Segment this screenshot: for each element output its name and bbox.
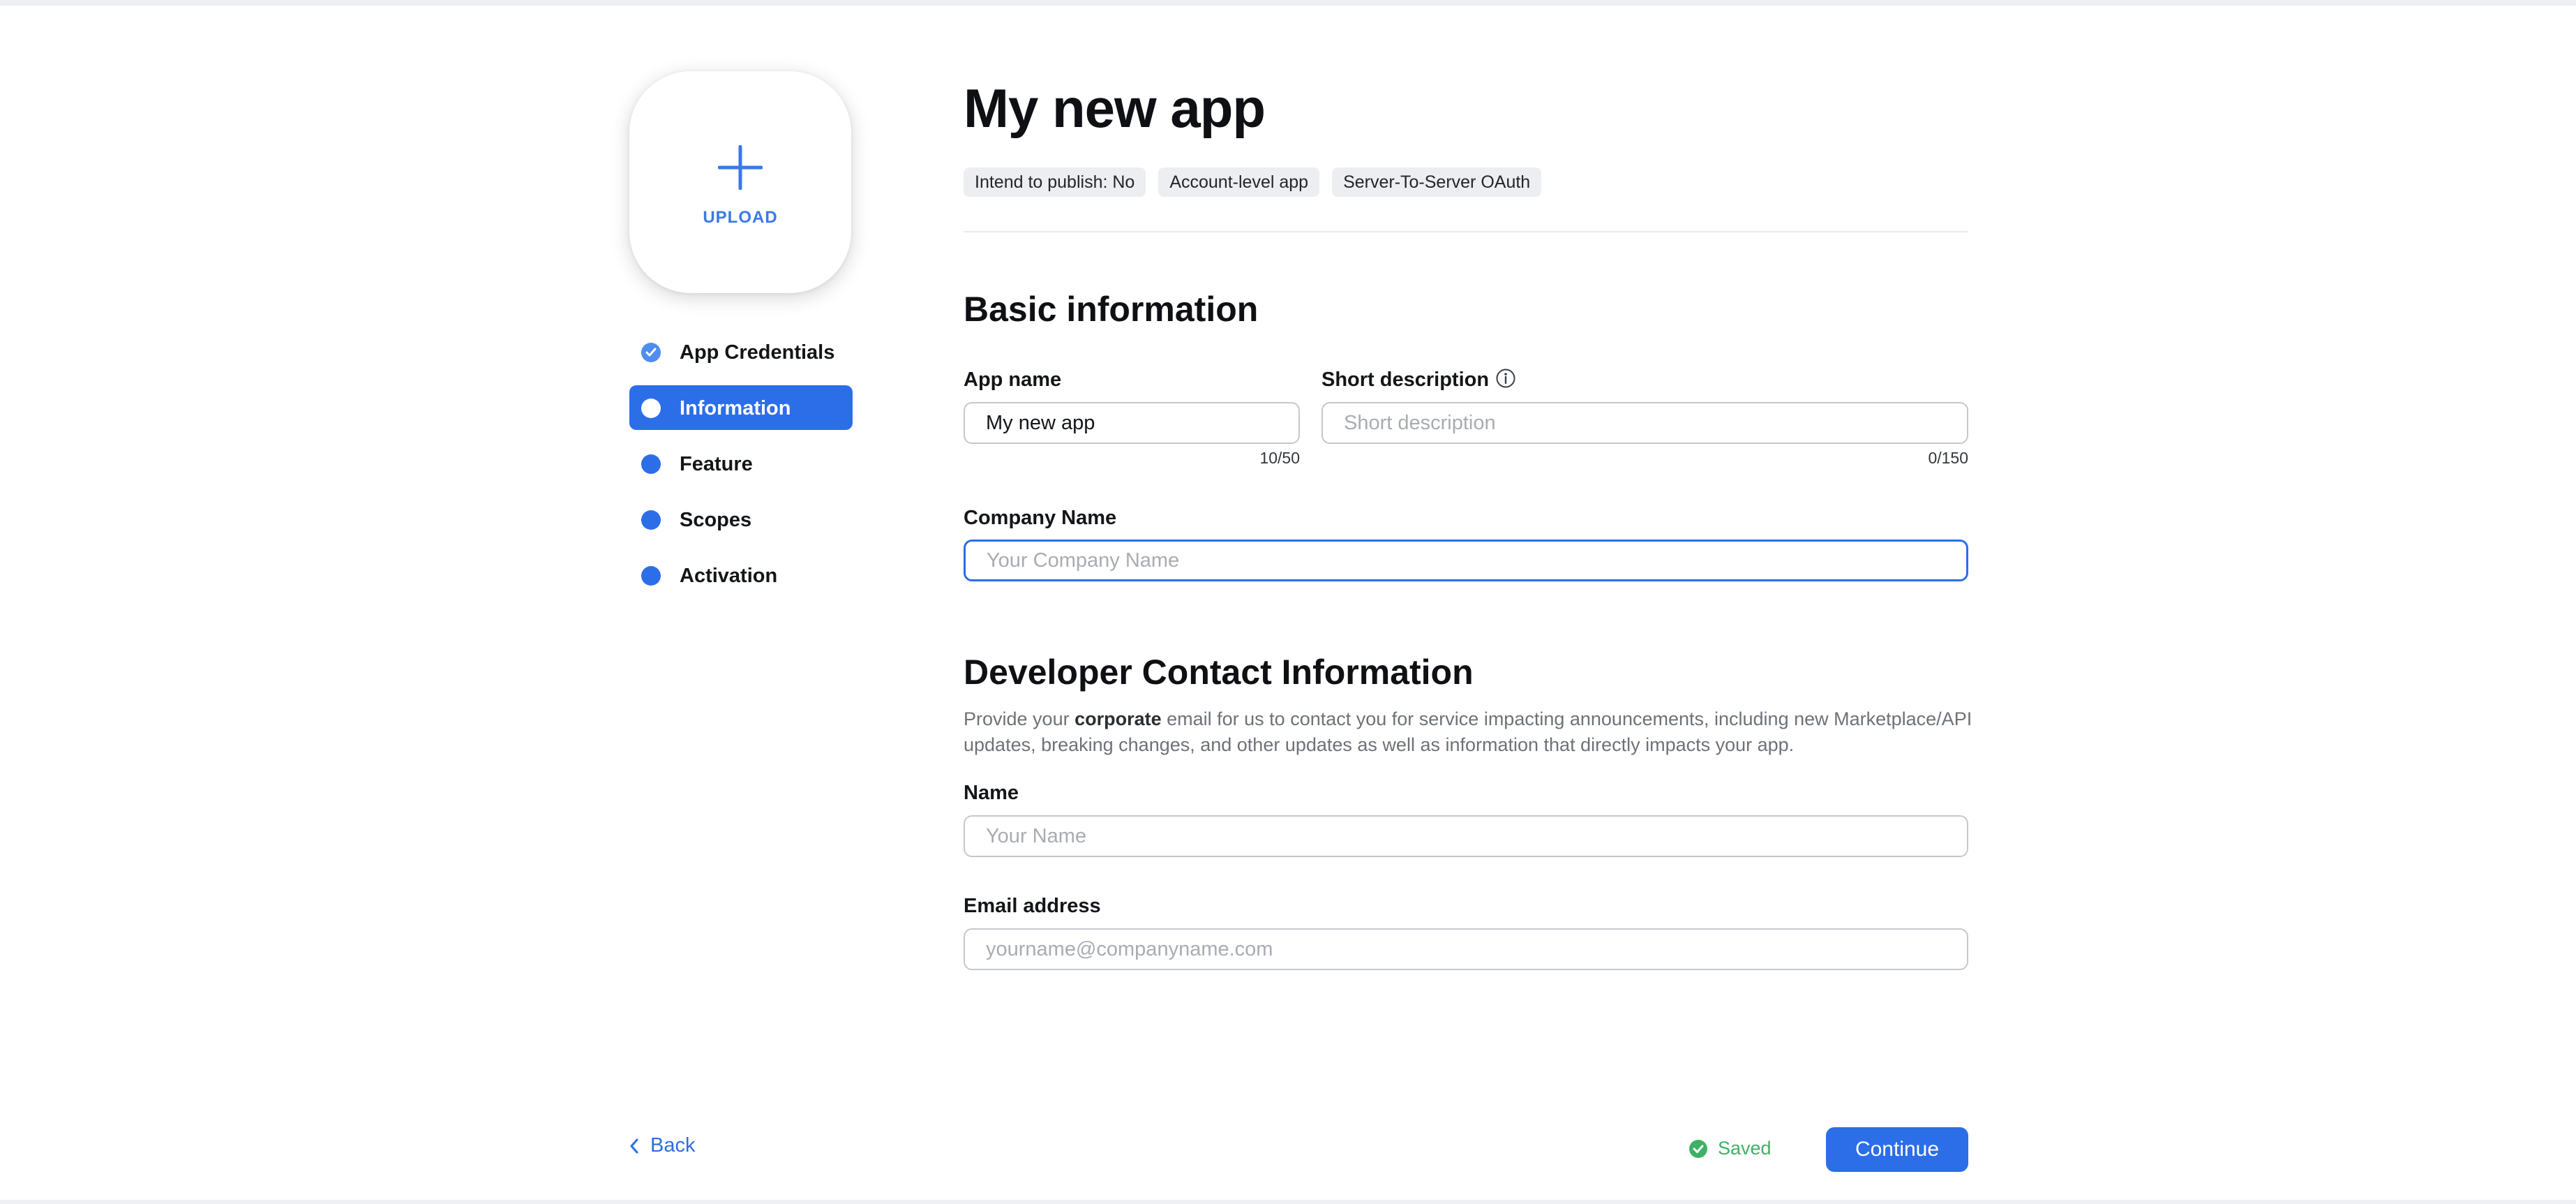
chevron-left-icon	[630, 1138, 638, 1153]
step-scopes[interactable]: Scopes	[629, 497, 853, 542]
continue-button[interactable]: Continue	[1826, 1127, 1968, 1172]
name-input[interactable]	[964, 815, 1968, 857]
info-icon[interactable]	[1495, 368, 1516, 389]
divider	[964, 231, 1968, 232]
tag-auth-type: Server-To-Server OAuth	[1332, 168, 1542, 197]
step-dot-icon	[641, 566, 661, 586]
name-label: Name	[964, 782, 1019, 804]
saved-label: Saved	[1718, 1138, 1772, 1159]
section-heading-developer-contact: Developer Contact Information	[964, 653, 1474, 692]
step-label: Activation	[680, 565, 778, 587]
upload-label: UPLOAD	[703, 208, 778, 227]
short-description-input[interactable]	[1321, 402, 1968, 444]
step-label: Feature	[680, 453, 753, 475]
short-description-counter: 0/150	[1928, 449, 1968, 467]
page-title: My new app	[964, 77, 1266, 139]
email-input[interactable]	[964, 928, 1968, 970]
step-dot-icon	[641, 454, 661, 474]
short-description-label: Short description	[1321, 369, 1490, 391]
step-nav: App Credentials Information Feature Scop…	[629, 329, 853, 609]
step-app-credentials[interactable]: App Credentials	[629, 329, 853, 374]
check-circle-icon	[641, 343, 661, 362]
plus-icon	[718, 145, 763, 190]
step-activation[interactable]: Activation	[629, 553, 853, 597]
company-name-label: Company Name	[964, 507, 1117, 529]
developer-contact-description: Provide your corporate email for us to c…	[964, 708, 1972, 755]
tag-publish: Intend to publish: No	[964, 168, 1146, 197]
step-dot-icon	[641, 399, 661, 418]
saved-status: Saved	[1688, 1138, 1772, 1159]
back-label: Back	[650, 1134, 696, 1157]
step-information[interactable]: Information	[629, 385, 853, 430]
company-name-input[interactable]	[964, 540, 1968, 581]
app-tags: Intend to publish: No Account-level app …	[964, 168, 1542, 197]
bottom-border	[0, 1200, 2576, 1204]
step-dot-icon	[641, 510, 661, 530]
section-heading-basic-info: Basic information	[964, 290, 1259, 329]
check-circle-icon	[1689, 1139, 1707, 1158]
email-label: Email address	[964, 895, 1101, 917]
app-name-label: App name	[964, 369, 1062, 391]
step-label: Information	[680, 397, 791, 419]
step-feature[interactable]: Feature	[629, 441, 853, 486]
back-button[interactable]: Back	[629, 1134, 695, 1157]
app-name-input[interactable]	[964, 402, 1300, 444]
step-label: Scopes	[680, 509, 752, 531]
app-name-counter: 10/50	[1259, 449, 1300, 467]
step-label: App Credentials	[680, 341, 835, 364]
upload-icon-button[interactable]: UPLOAD	[629, 71, 851, 293]
top-border	[0, 0, 2576, 6]
tag-app-level: Account-level app	[1158, 168, 1320, 197]
